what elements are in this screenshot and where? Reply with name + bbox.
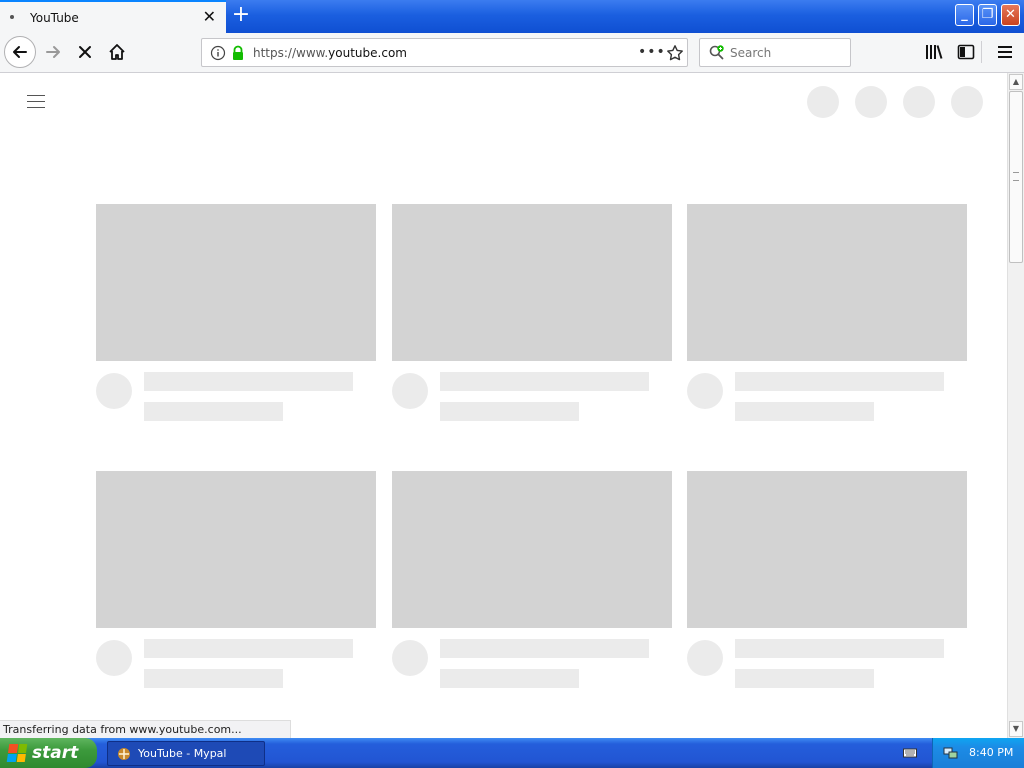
video-card-placeholder (687, 471, 967, 688)
scrollbar-grip (1013, 172, 1019, 181)
toolbar-separator (981, 41, 982, 63)
video-card-placeholder (392, 204, 672, 421)
menu-line (27, 107, 45, 108)
taskbar-window-item[interactable]: YouTube - Mypal (107, 741, 265, 766)
video-card-placeholder (687, 204, 967, 421)
channel-avatar-placeholder (392, 373, 428, 409)
network-icon[interactable] (943, 745, 959, 761)
browser-title-bar: YouTube ✕ + _ ❐ ✕ (0, 0, 1024, 33)
video-card-placeholder (96, 204, 376, 421)
subtitle-placeholder (440, 669, 579, 688)
search-input[interactable] (730, 44, 840, 62)
maximize-button[interactable]: ❐ (978, 4, 997, 26)
taskbar: start YouTube - Mypal 8:40 PM (0, 738, 1024, 768)
minimize-button[interactable]: _ (955, 4, 974, 26)
vertical-scrollbar[interactable]: ▲ ▼ (1007, 73, 1024, 738)
page-actions-menu[interactable]: ••• (638, 44, 666, 60)
url-bar[interactable]: https://www.youtube.com ••• (201, 38, 688, 67)
open-menu-button[interactable] (991, 38, 1019, 66)
tab-youtube[interactable]: YouTube ✕ (0, 0, 226, 33)
title-placeholder (144, 372, 353, 391)
stop-button[interactable] (70, 37, 100, 67)
home-button[interactable] (102, 37, 132, 67)
sidebar-icon (957, 44, 975, 60)
thumbnail-placeholder (96, 471, 376, 628)
channel-avatar-placeholder (96, 640, 132, 676)
title-placeholder (735, 372, 944, 391)
new-tab-button[interactable]: + (230, 4, 252, 28)
tab-close-icon[interactable]: ✕ (203, 9, 216, 25)
lock-icon[interactable] (230, 45, 246, 61)
menu-line (27, 95, 45, 96)
subtitle-placeholder (735, 402, 874, 421)
url-domain: youtube.com (328, 46, 407, 60)
video-card-placeholder (392, 471, 672, 688)
tab-favicon-icon (10, 15, 14, 19)
forward-button[interactable] (38, 37, 68, 67)
status-panel: Transferring data from www.youtube.com..… (0, 720, 291, 738)
clock[interactable]: 8:40 PM (969, 746, 1013, 759)
page-content (0, 73, 1007, 738)
scrollbar-thumb[interactable] (1009, 91, 1023, 263)
header-placeholder-circle (807, 86, 839, 118)
library-button[interactable] (920, 38, 948, 66)
title-placeholder (735, 639, 944, 658)
url-text[interactable]: https://www.youtube.com (253, 46, 407, 60)
home-icon (109, 44, 125, 60)
subtitle-placeholder (440, 402, 579, 421)
windows-logo-icon (6, 744, 28, 762)
guide-menu-icon[interactable] (27, 95, 47, 111)
forward-arrow-icon (46, 46, 60, 58)
thumbnail-placeholder (687, 471, 967, 628)
subtitle-placeholder (144, 669, 283, 688)
thumbnail-placeholder (392, 204, 672, 361)
channel-avatar-placeholder (687, 373, 723, 409)
video-card-placeholder (96, 471, 376, 688)
subtitle-placeholder (735, 669, 874, 688)
channel-avatar-placeholder (392, 640, 428, 676)
info-icon[interactable] (210, 45, 226, 61)
start-button[interactable]: start (0, 738, 97, 768)
header-placeholder-circle (903, 86, 935, 118)
thumbnail-placeholder (96, 204, 376, 361)
start-label: start (32, 743, 79, 763)
hamburger-menu-icon (998, 46, 1012, 58)
system-tray: 8:40 PM (932, 738, 1024, 768)
keyboard-layout-icon[interactable] (903, 746, 917, 760)
taskbar-window-label: YouTube - Mypal (138, 747, 227, 760)
title-placeholder (440, 639, 649, 658)
search-bar[interactable] (699, 38, 851, 67)
library-icon (926, 45, 943, 59)
title-placeholder (440, 372, 649, 391)
sidebar-button[interactable] (952, 38, 980, 66)
scroll-down-arrow-icon[interactable]: ▼ (1009, 721, 1023, 737)
navigation-toolbar: https://www.youtube.com ••• (0, 33, 1024, 73)
window-close-button[interactable]: ✕ (1001, 4, 1020, 26)
channel-avatar-placeholder (96, 373, 132, 409)
channel-avatar-placeholder (687, 640, 723, 676)
thumbnail-placeholder (687, 204, 967, 361)
menu-line (27, 101, 45, 102)
title-placeholder (144, 639, 353, 658)
subtitle-placeholder (144, 402, 283, 421)
url-prefix: https://www. (253, 46, 329, 60)
scroll-up-arrow-icon[interactable]: ▲ (1009, 74, 1023, 90)
mypal-app-icon (118, 747, 130, 760)
search-icon (709, 45, 724, 60)
header-placeholder-circle (855, 86, 887, 118)
stop-icon (79, 46, 91, 58)
bookmark-star-icon[interactable] (666, 44, 684, 62)
thumbnail-placeholder (392, 471, 672, 628)
header-placeholder-circle (951, 86, 983, 118)
back-arrow-icon (13, 46, 27, 58)
back-button[interactable] (4, 36, 36, 68)
tab-title: YouTube (30, 11, 79, 25)
